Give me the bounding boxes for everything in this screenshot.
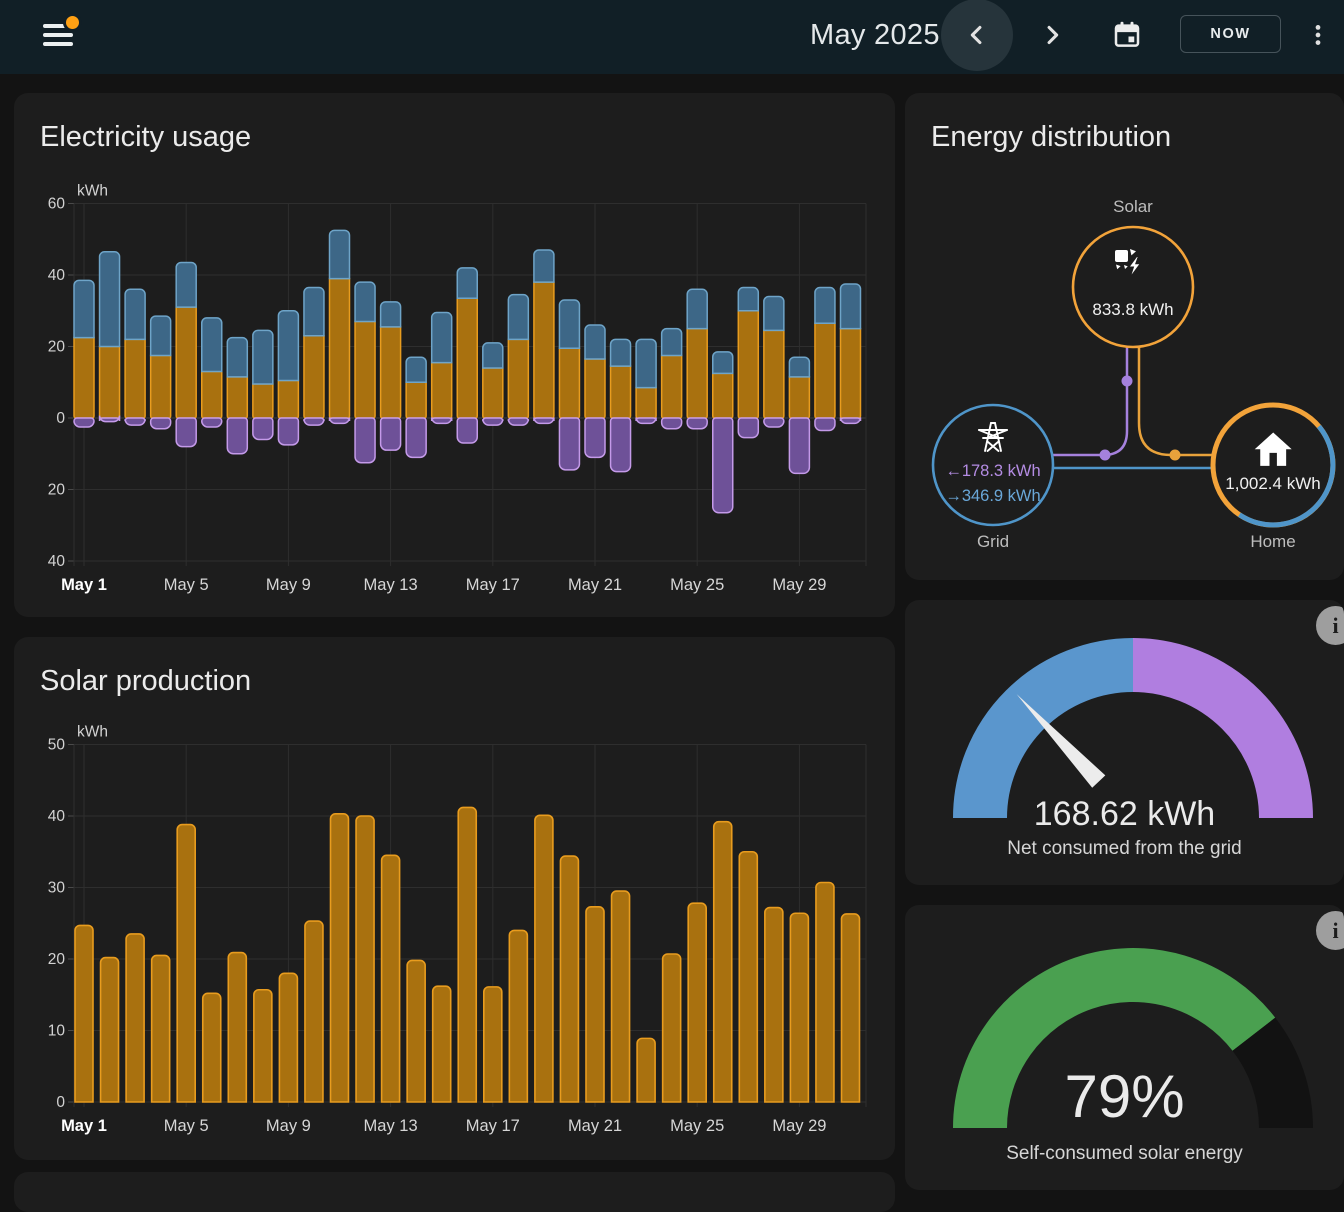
- now-button[interactable]: NOW: [1180, 15, 1281, 53]
- overflow-menu-button[interactable]: [1286, 0, 1344, 71]
- svg-text:May 1: May 1: [61, 576, 107, 594]
- app-bar: May 2025 NOW: [0, 0, 1344, 74]
- flow-dot-orange: [1170, 450, 1181, 461]
- svg-text:30: 30: [48, 880, 66, 897]
- svg-text:May 25: May 25: [670, 576, 724, 594]
- svg-text:May 25: May 25: [670, 1117, 724, 1135]
- net-grid-gauge-card: 168.62 kWh Net consumed from the grid i: [905, 600, 1344, 885]
- menu-button[interactable]: [30, 8, 88, 66]
- svg-text:May 29: May 29: [772, 1117, 826, 1135]
- notification-badge: [63, 13, 82, 32]
- svg-text:60: 60: [48, 196, 66, 213]
- svg-text:May 17: May 17: [466, 1117, 520, 1135]
- svg-text:0: 0: [56, 410, 65, 427]
- svg-text:May 21: May 21: [568, 1117, 622, 1135]
- grid-consume-value: →346.9 kWh: [913, 487, 1073, 506]
- svg-text:kWh: kWh: [77, 724, 108, 741]
- chevron-left-icon: [963, 21, 991, 49]
- svg-text:May 9: May 9: [266, 576, 311, 594]
- calendar-button[interactable]: [1091, 0, 1163, 71]
- solar-production-chart[interactable]: 50 40 30 20 10 0 kWh May 1 May 5 May 9 May 13 May 1…: [14, 637, 895, 1160]
- flow-dot-purple: [1122, 376, 1133, 387]
- net-grid-gauge-caption: Net consumed from the grid: [905, 838, 1344, 860]
- grid-return-value: ←178.3 kWh: [913, 462, 1073, 481]
- home-node-label: Home: [1203, 532, 1343, 552]
- self-consumed-gauge-caption: Self-consumed solar energy: [905, 1143, 1344, 1165]
- partial-bottom-card: [14, 1172, 895, 1212]
- svg-text:40: 40: [48, 553, 66, 570]
- energy-distribution-card: Energy distribution: [905, 93, 1344, 580]
- svg-text:10: 10: [48, 1023, 66, 1040]
- electricity-usage-card: Electricity usage 60402002040kWhMay 1May…: [14, 93, 895, 617]
- flow-dot-purple-2: [1100, 450, 1111, 461]
- svg-text:40: 40: [48, 808, 66, 825]
- calendar-icon: [1112, 20, 1142, 50]
- self-consumed-gauge-value: 79%: [905, 1062, 1344, 1131]
- svg-text:May 29: May 29: [772, 576, 826, 594]
- self-consumed-gauge-card: 79% Self-consumed solar energy i: [905, 905, 1344, 1190]
- svg-text:20: 20: [48, 482, 66, 499]
- svg-text:50: 50: [48, 737, 66, 754]
- previous-period-button[interactable]: [941, 0, 1013, 71]
- dots-vertical-icon: [1305, 22, 1331, 48]
- svg-text:May 9: May 9: [266, 1117, 311, 1135]
- svg-text:May 5: May 5: [164, 576, 209, 594]
- next-period-button[interactable]: [1016, 0, 1088, 71]
- svg-text:May 13: May 13: [364, 576, 418, 594]
- svg-text:20: 20: [48, 951, 66, 968]
- svg-text:May 1: May 1: [61, 1117, 107, 1135]
- solar-production-card: Solar production 50403020100kWhMay 1May …: [14, 637, 895, 1160]
- electricity-usage-chart[interactable]: 60 40 20 0 20 40 kWh May 1 May 5 May 9 May 13 May 1…: [14, 93, 895, 617]
- svg-text:kWh: kWh: [77, 183, 108, 200]
- home-node-value: 1,002.4 kWh: [1203, 474, 1343, 494]
- solar-node-label: Solar: [1063, 197, 1203, 217]
- flow-line-grid-return: [1053, 347, 1127, 455]
- solar-node-ring: [1073, 227, 1193, 347]
- chevron-right-icon: [1038, 21, 1066, 49]
- svg-text:20: 20: [48, 339, 66, 356]
- svg-text:May 17: May 17: [466, 576, 520, 594]
- svg-text:0: 0: [56, 1094, 65, 1111]
- svg-text:May 5: May 5: [164, 1117, 209, 1135]
- svg-text:May 21: May 21: [568, 576, 622, 594]
- svg-text:40: 40: [48, 267, 66, 284]
- solar-node-value: 833.8 kWh: [1063, 300, 1203, 320]
- energy-flow-diagram: [905, 93, 1344, 580]
- net-grid-gauge-value: 168.62 kWh: [905, 795, 1344, 834]
- grid-node-label: Grid: [923, 532, 1063, 552]
- svg-text:May 13: May 13: [364, 1117, 418, 1135]
- flow-line-solar-to-home: [1139, 347, 1213, 455]
- period-label: May 2025: [810, 19, 940, 52]
